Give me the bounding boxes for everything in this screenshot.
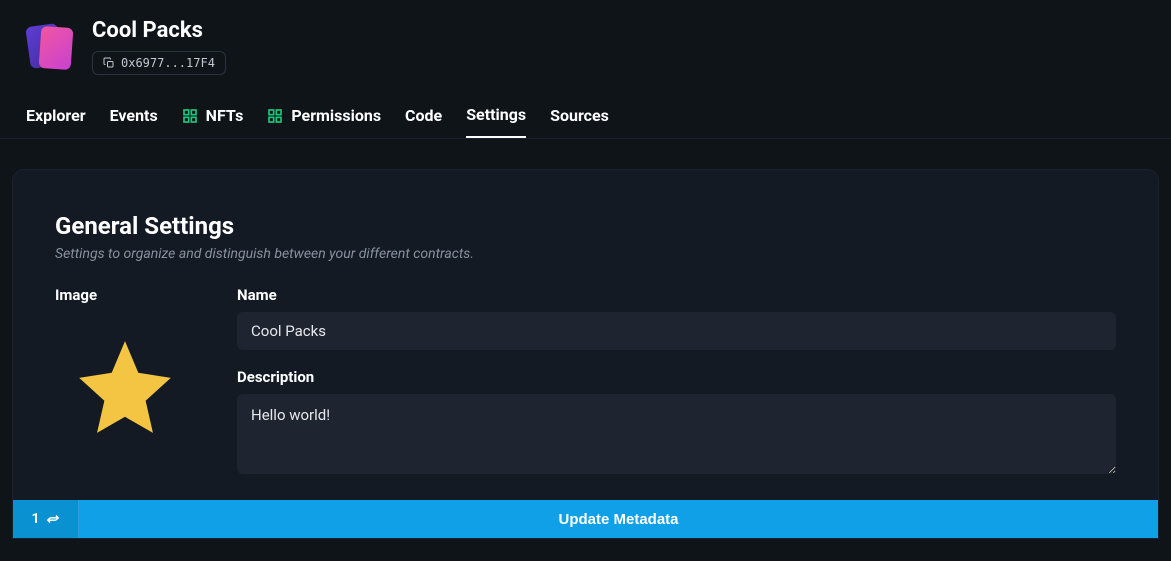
name-input[interactable] <box>237 312 1116 350</box>
title-block: Cool Packs 0x6977...17F4 <box>92 18 226 75</box>
header: Cool Packs 0x6977...17F4 <box>0 0 1171 93</box>
description-input[interactable] <box>237 394 1116 474</box>
contract-address-text: 0x6977...17F4 <box>121 56 215 70</box>
tab-nfts[interactable]: NFTs <box>182 93 244 138</box>
pending-count[interactable]: 1 <box>13 500 79 538</box>
app-logo <box>26 23 74 71</box>
contract-address-badge[interactable]: 0x6977...17F4 <box>92 51 226 75</box>
tab-nfts-label: NFTs <box>206 106 244 125</box>
copy-icon <box>103 57 115 69</box>
action-bar: 1 Update Metadata <box>13 500 1158 538</box>
tab-permissions[interactable]: Permissions <box>267 93 381 138</box>
update-metadata-button[interactable]: Update Metadata <box>79 500 1158 538</box>
pending-count-value: 1 <box>31 511 39 527</box>
star-icon <box>70 332 180 442</box>
image-preview[interactable] <box>55 332 195 442</box>
tab-permissions-label: Permissions <box>291 106 381 125</box>
tab-events[interactable]: Events <box>110 93 158 138</box>
page-title: Cool Packs <box>92 18 226 43</box>
tab-sources[interactable]: Sources <box>550 93 609 138</box>
section-title: General Settings <box>55 212 1116 240</box>
grid-icon <box>267 108 283 124</box>
settings-panel: General Settings Settings to organize an… <box>12 169 1159 539</box>
tab-code[interactable]: Code <box>405 93 442 138</box>
image-label: Image <box>55 286 195 304</box>
section-subtitle: Settings to organize and distinguish bet… <box>55 246 1116 262</box>
description-label: Description <box>237 368 1116 386</box>
grid-icon <box>182 108 198 124</box>
tab-explorer[interactable]: Explorer <box>26 93 86 138</box>
tabs: Explorer Events NFTs Permissions Code Se… <box>0 93 1171 139</box>
name-label: Name <box>237 286 1116 304</box>
swap-icon <box>46 512 60 526</box>
tab-settings[interactable]: Settings <box>466 93 526 138</box>
